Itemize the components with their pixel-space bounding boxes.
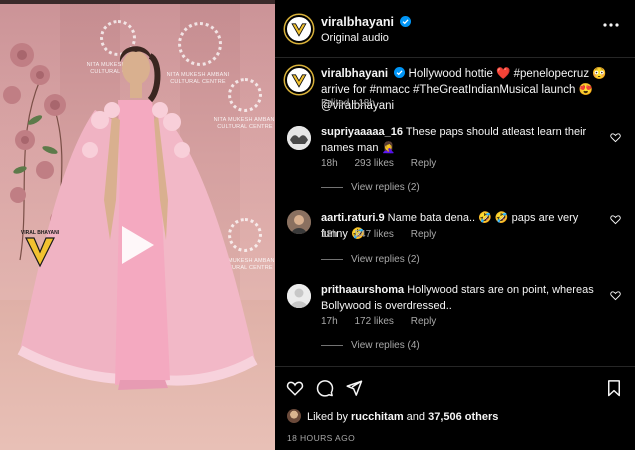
reply-button[interactable]: Reply [411, 158, 437, 169]
comment-icon[interactable] [316, 379, 334, 397]
play-icon[interactable] [114, 222, 160, 268]
view-replies-button[interactable]: View replies (2) [321, 254, 420, 265]
comment-avatar[interactable] [287, 126, 311, 150]
caption-author-avatar[interactable] [285, 66, 313, 94]
comment-username[interactable]: aarti.raturi.9 [321, 212, 385, 224]
reply-button[interactable]: Reply [411, 229, 437, 240]
comment-likes[interactable]: 172 likes [354, 316, 393, 327]
more-options-icon[interactable] [603, 22, 619, 28]
comment-meta: 18h 293 likes Reply [321, 158, 450, 169]
liker-avatar[interactable] [287, 409, 301, 423]
post-modal: NITA MUKESH AMBANI CULTURAL CENTRE NITA … [0, 0, 635, 450]
comment-time: 17h [321, 316, 338, 327]
comment-time: 18h [321, 158, 338, 169]
author-username-text[interactable]: viralbhayani [321, 15, 394, 29]
caption-username[interactable]: viralbhayani [321, 68, 388, 80]
comment-time: 18h [321, 229, 338, 240]
comment-likes[interactable]: 293 likes [354, 158, 393, 169]
heart-icon[interactable] [610, 214, 621, 225]
post-details-panel: viralbhayani Original audio viralbhayani [275, 0, 635, 450]
comment-username[interactable]: supriyaaaaa_16 [321, 126, 403, 138]
liked-by-prefix: Liked by [307, 411, 352, 423]
comment-avatar[interactable] [287, 210, 311, 234]
liked-by-row: Liked by rucchitam and 37,506 others [287, 409, 498, 423]
liked-by-count[interactable]: 37,506 others [428, 411, 498, 423]
view-replies-button[interactable]: View replies (2) [321, 182, 420, 193]
heart-icon[interactable] [286, 379, 304, 397]
liked-by-mid: and [403, 411, 429, 423]
post-timestamp[interactable]: 18 HOURS AGO [287, 433, 355, 443]
comment-username[interactable]: prithaaurshoma [321, 284, 404, 296]
caption-meta: Edited · 18h [321, 98, 375, 109]
view-replies-label[interactable]: View replies (2) [351, 182, 420, 193]
heart-icon[interactable] [610, 132, 621, 143]
view-replies-button[interactable]: View replies (4) [321, 340, 420, 351]
view-replies-line [321, 258, 343, 260]
view-replies-line [321, 344, 343, 346]
author-username[interactable]: viralbhayani [321, 15, 412, 29]
comment-text-block: prithaaurshoma Hollywood stars are on po… [321, 282, 601, 314]
share-icon[interactable] [345, 379, 363, 397]
author-avatar[interactable] [285, 15, 313, 43]
comment-meta: 18h 547 likes Reply [321, 229, 450, 240]
liked-by-user[interactable]: rucchitam [351, 411, 404, 423]
post-actions-footer: Liked by rucchitam and 37,506 others 18 … [275, 366, 635, 450]
post-header: viralbhayani Original audio [275, 0, 635, 58]
viralbhayani-watermark: VIRAL BHAYANI [21, 230, 60, 268]
comment-avatar[interactable] [287, 284, 311, 308]
video-media[interactable]: NITA MUKESH AMBANI CULTURAL CENTRE NITA … [0, 0, 275, 450]
view-replies-line [321, 186, 343, 188]
reply-button[interactable]: Reply [411, 316, 437, 327]
bookmark-icon[interactable] [605, 379, 623, 397]
comment-text-block: supriyaaaaa_16 These paps should atleast… [321, 124, 601, 156]
heart-icon[interactable] [610, 290, 621, 301]
comment-likes[interactable]: 547 likes [354, 229, 393, 240]
svg-text:VIRAL BHAYANI: VIRAL BHAYANI [21, 230, 60, 236]
view-replies-label[interactable]: View replies (4) [351, 340, 420, 351]
audio-label[interactable]: Original audio [321, 32, 389, 44]
comment-meta: 17h 172 likes Reply [321, 316, 450, 327]
view-replies-label[interactable]: View replies (2) [351, 254, 420, 265]
verified-icon [394, 67, 406, 78]
verified-icon [400, 16, 412, 27]
